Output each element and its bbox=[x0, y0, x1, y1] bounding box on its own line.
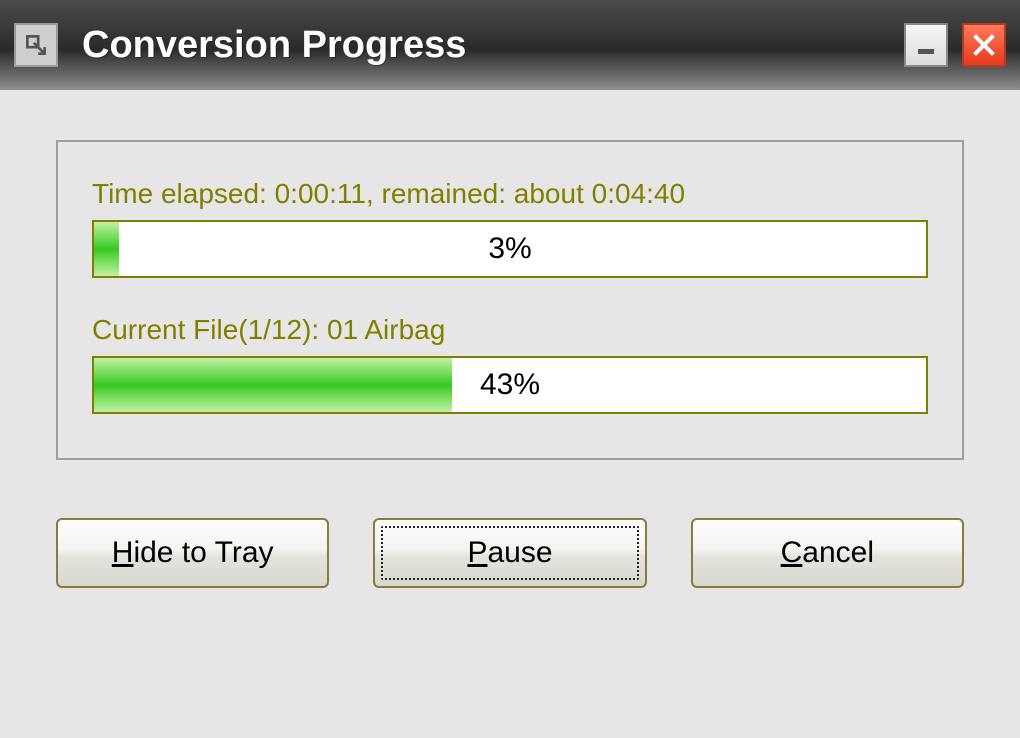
app-icon bbox=[14, 23, 58, 67]
hide-to-tray-button[interactable]: Hide to Tray bbox=[56, 518, 329, 588]
current-file-label: Current File(1/12): 01 Airbag bbox=[92, 314, 928, 346]
overall-progress-bar: 3% bbox=[92, 220, 928, 278]
minimize-button[interactable] bbox=[904, 23, 948, 67]
pause-label-rest: ause bbox=[487, 536, 552, 569]
pause-mnemonic: P bbox=[467, 536, 487, 569]
pause-button[interactable]: Pause bbox=[373, 518, 646, 588]
hide-mnemonic: H bbox=[112, 536, 134, 569]
current-progress-text: 43% bbox=[94, 358, 926, 412]
window-controls bbox=[904, 23, 1006, 67]
overall-progress-text: 3% bbox=[94, 222, 926, 276]
close-button[interactable] bbox=[962, 23, 1006, 67]
dialog-body: Time elapsed: 0:00:11, remained: about 0… bbox=[0, 90, 1020, 738]
current-progress-bar: 43% bbox=[92, 356, 928, 414]
overall-time-label: Time elapsed: 0:00:11, remained: about 0… bbox=[92, 178, 928, 210]
titlebar[interactable]: Conversion Progress bbox=[0, 0, 1020, 90]
progress-panel: Time elapsed: 0:00:11, remained: about 0… bbox=[56, 140, 964, 460]
cancel-label-rest: ancel bbox=[802, 536, 874, 569]
cancel-mnemonic: C bbox=[781, 536, 803, 569]
conversion-progress-window: Conversion Progress Time elapsed: 0:00:1… bbox=[0, 0, 1020, 738]
hide-label-rest: ide to Tray bbox=[133, 536, 273, 569]
window-title: Conversion Progress bbox=[82, 24, 904, 67]
cancel-button[interactable]: Cancel bbox=[691, 518, 964, 588]
button-row: Hide to Tray Pause Cancel bbox=[56, 518, 964, 588]
